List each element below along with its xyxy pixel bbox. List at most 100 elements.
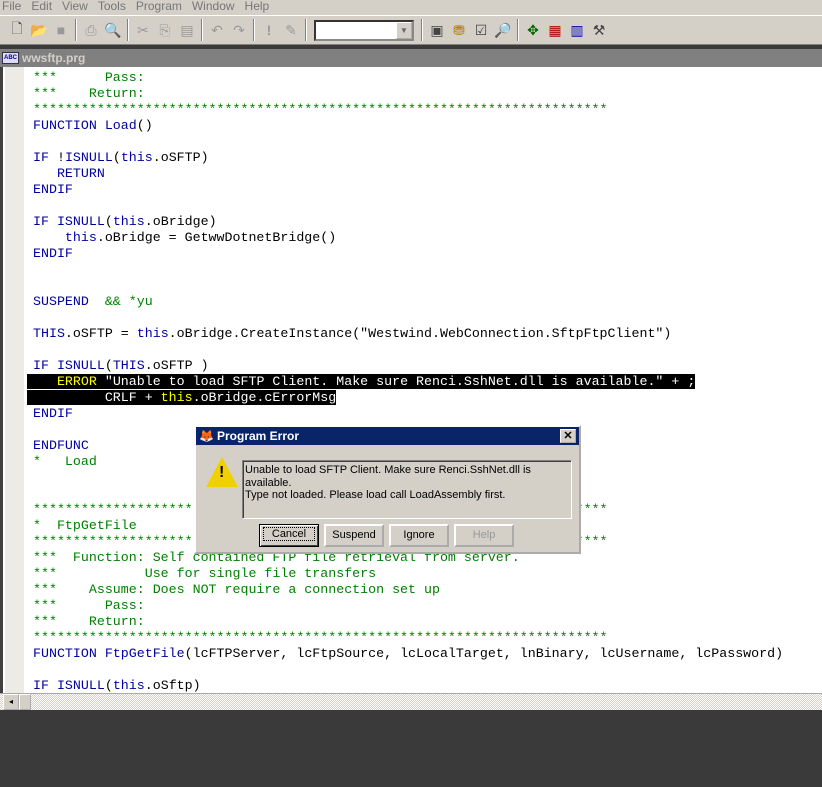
code-line[interactable] [3, 278, 822, 294]
code-text: ( [104, 358, 113, 373]
code-line[interactable]: THIS.oSFTP = this.oBridge.CreateInstance… [3, 326, 822, 342]
code-line[interactable] [3, 310, 822, 326]
view-icon[interactable]: ⛃ [448, 19, 470, 41]
menu-file[interactable]: File [0, 0, 29, 15]
code-line[interactable]: *** Pass: [3, 598, 822, 614]
code-line[interactable]: ENDIF [3, 182, 822, 198]
toolbar-combo[interactable]: ▼ [314, 19, 414, 41]
code-line[interactable]: ENDIF [3, 406, 822, 422]
code-line[interactable]: *** Use for single file transfers [3, 566, 822, 582]
toolbar-divider [127, 19, 129, 41]
paste-icon[interactable]: ▤ [176, 19, 198, 41]
code-line[interactable]: *** Return: [3, 86, 822, 102]
code-line[interactable]: IF ISNULL(this.oSftp) [3, 678, 822, 694]
code-line[interactable]: FUNCTION FtpGetFile(lcFTPServer, lcFtpSo… [3, 646, 822, 662]
code-comment: && *yu [88, 294, 153, 309]
undo-icon[interactable]: ↶ [206, 19, 228, 41]
code-line[interactable]: IF ISNULL(this.oBridge) [3, 214, 822, 230]
ignore-button[interactable]: Ignore [389, 524, 449, 547]
code-keyword: this [112, 214, 145, 229]
suspend-button[interactable]: Suspend [324, 524, 384, 547]
cancel-button[interactable]: Cancel [259, 524, 319, 547]
copy-icon[interactable]: ⎘ [154, 19, 176, 41]
editor-window-titlebar: ABC wwsftp.prg [0, 49, 822, 67]
program-error-dialog: 🦊 Program Error ✕ ! Unable to load SFTP … [194, 425, 581, 554]
close-button[interactable]: ✕ [560, 429, 576, 443]
code-line[interactable] [3, 662, 822, 678]
help-button[interactable]: Help [454, 524, 514, 547]
toolbar-divider [201, 19, 203, 41]
code-comment: *** Use for single file transfers [33, 566, 377, 581]
menu-window[interactable]: Window [190, 0, 243, 15]
run-icon[interactable]: ! [258, 19, 280, 41]
selection-highlight: CRLF + this.oBridge.cErrorMsg [27, 390, 337, 405]
foxpro-fox-icon: 🦊 [199, 429, 214, 443]
code-text: .oSFTP) [152, 150, 209, 165]
code-line[interactable]: ERROR "Unable to load SFTP Client. Make … [3, 374, 822, 390]
code-lines: *** Pass: *** Return: ********************… [3, 70, 822, 694]
code-keyword: IF [33, 358, 57, 373]
tools-icon[interactable]: ⚒ [588, 19, 610, 41]
menu-tools[interactable]: Tools [96, 0, 134, 15]
code-line[interactable]: CRLF + this.oBridge.cErrorMsg [3, 390, 822, 406]
code-keyword: SUSPEND [33, 294, 89, 309]
data-session-icon[interactable]: 🔎 [492, 19, 514, 41]
toolbar-divider [75, 19, 77, 41]
code-line[interactable]: ENDIF [3, 246, 822, 262]
code-line[interactable]: *** Assume: Does NOT require a connectio… [3, 582, 822, 598]
class-browser-icon[interactable]: ✥ [522, 19, 544, 41]
cut-icon[interactable]: ✂ [132, 19, 154, 41]
code-line[interactable] [3, 134, 822, 150]
menu-view[interactable]: View [60, 0, 96, 15]
code-text: .oBridge) [144, 214, 217, 229]
code-text: "Unable to load SFTP Client. Make sure R… [96, 374, 696, 389]
code-editor[interactable]: *** Pass: *** Return: ********************… [0, 67, 822, 693]
code-comment: *** Pass: [33, 70, 145, 85]
code-line[interactable]: ****************************************… [3, 630, 822, 646]
code-line[interactable]: SUSPEND && *yu [3, 294, 822, 310]
print-preview-icon[interactable]: 🔍 [102, 19, 124, 41]
menu-program[interactable]: Program [134, 0, 190, 15]
code-keyword: IF [33, 150, 57, 165]
selection-highlight: ERROR "Unable to load SFTP Client. Make … [27, 374, 696, 389]
code-keyword: ENDIF [33, 182, 73, 197]
code-keyword: RETURN [33, 166, 105, 181]
error-message-line: Unable to load SFTP Client. Make sure Re… [245, 464, 531, 489]
code-line[interactable]: ****************************************… [3, 102, 822, 118]
error-message-line: Type not loaded. Please load call LoadAs… [245, 489, 506, 501]
code-line[interactable] [3, 342, 822, 358]
horizontal-scrollbar[interactable]: ◂ [0, 693, 822, 710]
code-line[interactable]: FUNCTION Load() [3, 118, 822, 134]
code-keyword: IF [33, 214, 57, 229]
code-line[interactable]: RETURN [3, 166, 822, 182]
save-icon[interactable]: ■ [50, 19, 72, 41]
code-keyword: FUNCTION [33, 646, 105, 661]
code-line[interactable]: this.oBridge = GetwwDotnetBridge() [3, 230, 822, 246]
code-keyword: IF [33, 678, 57, 693]
menu-help[interactable]: Help [243, 0, 278, 15]
print-icon[interactable]: ⎙ [80, 19, 102, 41]
code-keyword: ISNULL [56, 214, 105, 229]
scroll-left-button[interactable]: ◂ [3, 694, 19, 710]
chevron-down-icon[interactable]: ▼ [396, 21, 412, 39]
modify-icon[interactable]: ✎ [280, 19, 302, 41]
code-keyword: ENDFUNC [33, 438, 89, 453]
code-line[interactable] [3, 262, 822, 278]
redo-icon[interactable]: ↷ [228, 19, 250, 41]
code-keyword: ERROR [56, 374, 97, 389]
properties-icon[interactable]: ☑ [470, 19, 492, 41]
code-text: .oBridge = GetwwDotnetBridge() [96, 230, 337, 245]
code-line[interactable]: *** Pass: [3, 70, 822, 86]
form-designer-icon[interactable]: ▦ [544, 19, 566, 41]
code-line[interactable]: IF ISNULL(THIS.oSFTP ) [3, 358, 822, 374]
code-line[interactable]: IF !ISNULL(this.oSFTP) [3, 150, 822, 166]
code-text: .oSFTP = [64, 326, 137, 341]
code-line[interactable]: *** Return: [3, 614, 822, 630]
menu-edit[interactable]: Edit [29, 0, 60, 15]
command-window-icon[interactable]: ▣ [426, 19, 448, 41]
new-file-icon[interactable]: 🗋 [6, 19, 28, 41]
open-folder-icon[interactable]: 📂 [28, 19, 50, 41]
code-line[interactable] [3, 198, 822, 214]
form-icon[interactable]: ▥ [566, 19, 588, 41]
scroll-thumb[interactable] [19, 694, 31, 710]
